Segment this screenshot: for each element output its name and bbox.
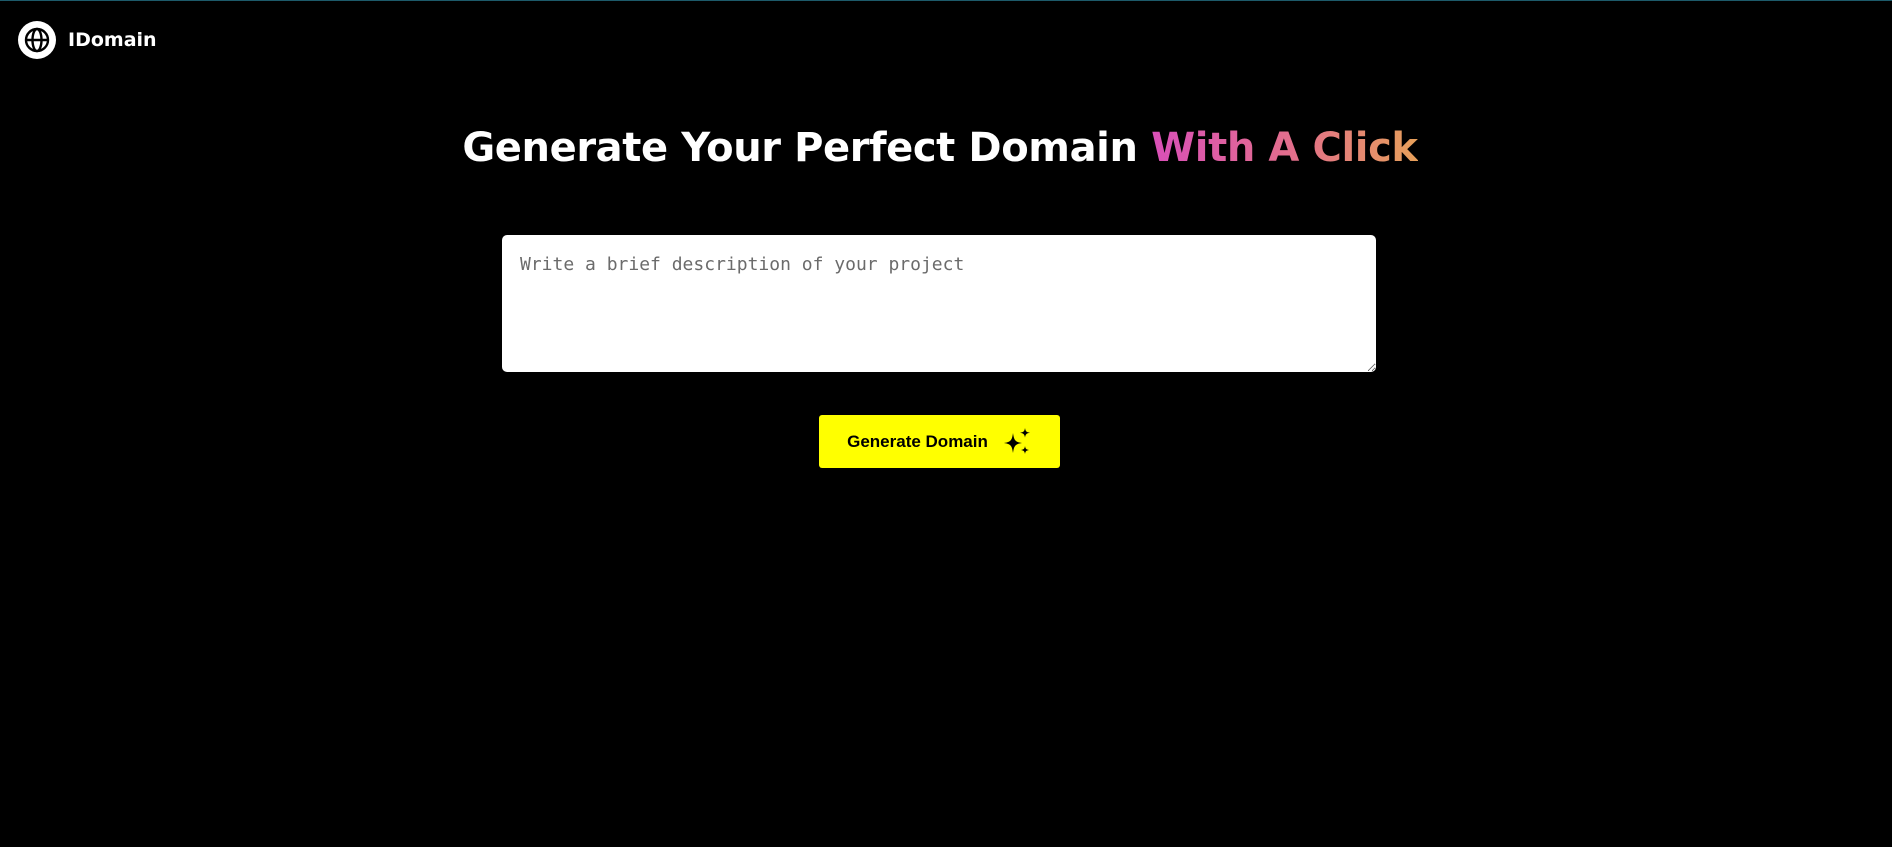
generate-domain-button[interactable]: Generate Domain	[819, 415, 1060, 468]
brand-name[interactable]: IDomain	[68, 29, 157, 51]
project-description-input[interactable]	[502, 235, 1376, 372]
generate-domain-label: Generate Domain	[847, 431, 988, 451]
page-title-main: Generate Your Perfect Domain	[462, 125, 1152, 171]
site-header: IDomain	[18, 21, 157, 59]
globe-icon[interactable]	[18, 21, 56, 59]
sparkles-icon	[1003, 427, 1030, 454]
window-top-border	[0, 0, 1892, 1]
page-title: Generate Your Perfect Domain With A Clic…	[0, 122, 1880, 174]
page-title-accent: With A Click	[1151, 125, 1418, 171]
